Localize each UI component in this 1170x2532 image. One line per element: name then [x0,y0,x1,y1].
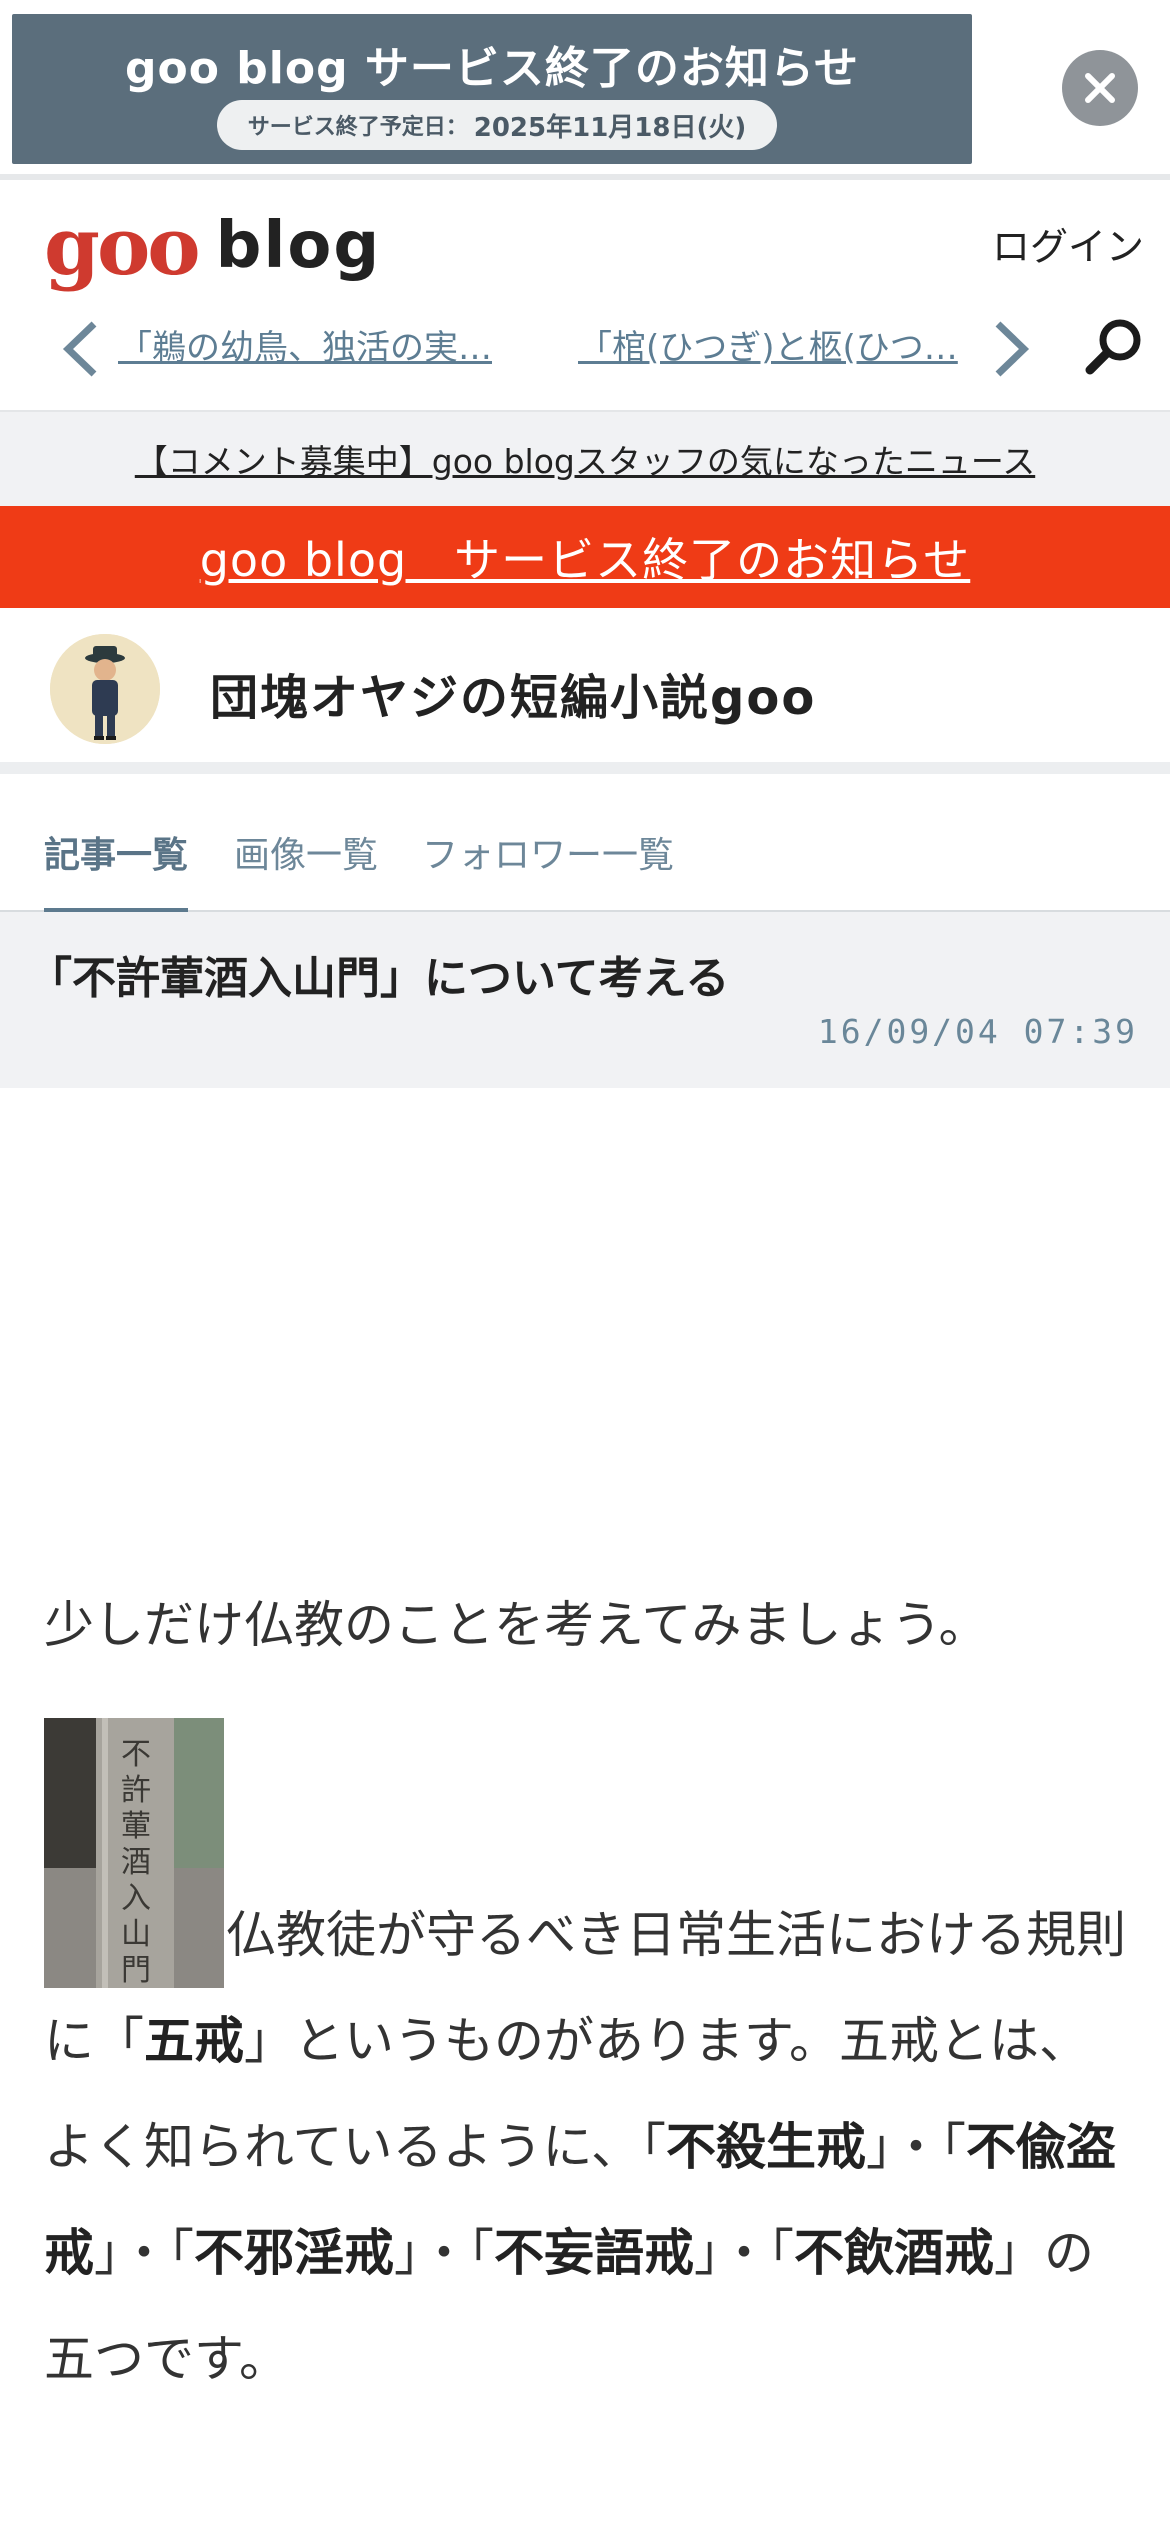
stone-pillar-char: 葷 [121,1809,151,1844]
tab-images[interactable]: 画像一覧 [234,826,378,908]
banner-title: goo blog サービス終了のお知らせ [124,43,859,94]
login-link[interactable]: ログイン [992,216,1144,271]
banner-end-label: サービス終了予定日： [247,115,468,140]
stone-pillar-char: 山 [121,1917,151,1952]
stone-pillar-char: 門 [121,1953,151,1988]
para2-sep-4: 」・「 [694,2224,794,2282]
para2-fuonju: 不飲酒戒 [794,2224,994,2282]
service-end-notice-link[interactable]: goo blog サービス終了のお知らせ [200,524,971,590]
banner-end-date: 2025年11月18日(火) [473,112,747,143]
para2-sep-1: 」・「 [866,2118,966,2176]
site-header: goo blog ログイン 「鵜の幼鳥、独活の実… 「棺(ひつぎ)と柩(ひつ… [0,186,1170,410]
blog-header: 団塊オヤジの短編小説goo [0,608,1170,774]
avatar[interactable] [50,634,160,744]
blog-tabs: 記事一覧 画像一覧 フォロワー一覧 [0,786,1170,914]
logo-blog-text: blog [215,209,382,283]
next-article-link[interactable]: 「棺(ひつぎ)と柩(ひつ… [578,320,972,369]
para2-gokai: 五戒 [144,2012,244,2070]
para2-fusessho: 不殺生戒 [666,2118,866,2176]
goo-blog-logo[interactable]: goo blog [44,206,381,286]
search-icon[interactable] [1082,314,1146,382]
chevron-left-icon[interactable] [60,320,102,382]
blog-title[interactable]: 団塊オヤジの短編小説goo [210,658,816,728]
stone-pillar-char: 入 [121,1881,151,1916]
chevron-right-icon[interactable] [990,320,1032,382]
stone-pillar-char: 許 [121,1773,151,1808]
para2-fumogo: 不妄語戒 [494,2224,694,2282]
article-date: 16/09/04 07:39 [817,1012,1138,1051]
tab-articles[interactable]: 記事一覧 [44,826,189,914]
banner-end-date-pill: サービス終了予定日： 2025年11月18日(火) [217,100,777,150]
article-nav: 「鵜の幼鳥、独活の実… 「棺(ひつぎ)と柩(ひつ… [0,298,1170,388]
service-end-notice-bar: goo blog サービス終了のお知らせ [0,506,1170,608]
close-icon [1085,73,1115,103]
article-paragraph-2: 不 許 葷 酒 入 山 門 仏教徒が守るべき日常生活における規則に「五戒」という… [44,1718,1134,2412]
stone-pillar-char: 酒 [121,1845,151,1880]
tab-followers[interactable]: フォロワー一覧 [422,826,674,908]
para2-sep-2: 」・「 [94,2224,194,2282]
stone-pillar-image[interactable]: 不 許 葷 酒 入 山 門 [44,1718,224,1988]
prev-article-link[interactable]: 「鵜の幼鳥、独活の実… [118,320,498,369]
article-header: 「不許葷酒入山門」について考える 16/09/04 07:39 [0,912,1170,1088]
service-end-banner[interactable]: goo blog サービス終了のお知らせ サービス終了予定日： 2025年11月… [12,14,972,164]
para2-fujain: 不邪淫戒 [194,2224,394,2282]
staff-news-link[interactable]: 【コメント募集中】goo blogスタッフの気になったニュース [135,435,1035,483]
article-body: 少しだけ仏教のことを考えてみましょう。 不 許 葷 酒 入 山 門 仏教徒が守る… [44,1580,1134,2412]
article-title: 「不許葷酒入山門」について考える [28,953,730,1004]
service-end-ad-area: goo blog サービス終了のお知らせ サービス終了予定日： 2025年11月… [0,0,1170,180]
close-banner-button[interactable] [1062,50,1138,126]
stone-pillar-char: 不 [121,1737,151,1772]
staff-news-strip: 【コメント募集中】goo blogスタッフの気になったニュース [0,410,1170,506]
logo-goo-text: goo [44,199,201,293]
article-paragraph-1: 少しだけ仏教のことを考えてみましょう。 [44,1596,989,1654]
para2-sep-3: 」・「 [394,2224,494,2282]
